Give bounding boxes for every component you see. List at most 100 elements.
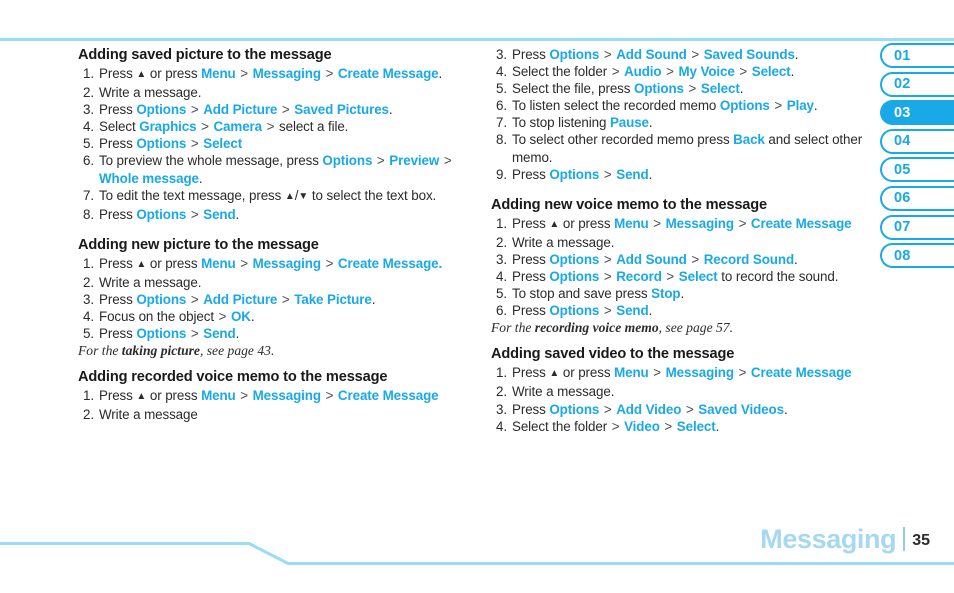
step-text: Select the folder > Video > Select. — [512, 418, 720, 434]
up-arrow-icon: ▲ — [549, 218, 560, 230]
step-text: Press Options > Add Sound > Saved Sounds… — [512, 47, 799, 62]
menu-path-token: Create Message — [750, 215, 852, 231]
path-separator: > — [739, 64, 748, 80]
path-separator: > — [190, 206, 199, 222]
content-section: 3. Press Options > Add Sound > Saved Soun… — [491, 46, 886, 183]
step-text: Select Graphics > Camera > select a file… — [99, 119, 349, 135]
chapter-tab-07[interactable]: 07 — [880, 214, 954, 240]
step-item: 3. Press Options > Add Sound > Saved Soun… — [491, 46, 886, 63]
step-item: 7. To stop listening Pause. — [491, 114, 886, 131]
path-separator: > — [611, 418, 620, 434]
step-number: 1. — [83, 255, 94, 271]
menu-path-token: Options — [549, 166, 600, 182]
step-number: 5. — [83, 326, 94, 342]
step-item: 4. Select the folder > Video > Select. — [491, 418, 886, 435]
step-item: 3. Press Options > Add Sound > Record Sou… — [491, 251, 886, 268]
down-arrow-icon: ▼ — [298, 190, 309, 202]
chapter-tab-04[interactable]: 04 — [880, 128, 954, 154]
path-separator: > — [190, 292, 199, 308]
path-separator: > — [603, 303, 612, 319]
step-item: 1. Press ▲ or press Menu > Messaging > Cr… — [491, 364, 886, 383]
step-text: To preview the whole message, press Opti… — [99, 153, 452, 186]
step-item: 4. Select the folder > Audio > My Voice >… — [491, 63, 886, 80]
footer-divider — [903, 527, 906, 551]
menu-path-token: Preview — [389, 153, 440, 169]
path-separator: > — [190, 326, 199, 342]
menu-path-token: Messaging — [252, 255, 321, 271]
menu-path-token: Select — [700, 81, 740, 97]
path-separator: > — [443, 153, 452, 169]
step-number: 2. — [83, 407, 94, 423]
menu-path-token: Back — [733, 132, 765, 148]
step-text: Press Options > Add Video > Saved Videos… — [512, 401, 788, 417]
step-text: Press Options > Add Picture > Saved Pict… — [99, 102, 393, 118]
path-separator: > — [603, 269, 612, 285]
step-text: Press Options > Send. — [99, 206, 240, 222]
step-list: 3. Press Options > Add Sound > Saved Soun… — [491, 46, 886, 183]
step-number: 9. — [496, 166, 507, 182]
section-heading: Adding new picture to the message — [78, 236, 319, 253]
chapter-tab-03[interactable]: 03 — [880, 100, 954, 126]
step-number: 1. — [83, 66, 94, 81]
chapter-tab-06[interactable]: 06 — [880, 185, 954, 211]
step-item: 2. Write a message. — [491, 383, 886, 400]
menu-path-token: Options — [549, 47, 600, 62]
step-item: 1. Press ▲ or press Menu > Messaging > Cr… — [78, 65, 478, 84]
step-item: 6. To preview the whole message, press Op… — [78, 152, 478, 186]
step-item: 1. Press ▲ or press Menu > Messaging > Cr… — [78, 387, 478, 406]
chapter-tab-rail: 01 02 03 04 05 06 07 08 — [880, 43, 954, 272]
step-item: 5. Press Options > Send. — [78, 325, 478, 342]
menu-path-token: Options — [136, 326, 187, 342]
menu-path-token: Add Video — [616, 401, 682, 417]
chapter-tab-label: 01 — [894, 47, 911, 64]
step-item: 5. Press Options > Select — [78, 135, 478, 152]
chapter-tab-02[interactable]: 02 — [880, 71, 954, 97]
step-number: 5. — [496, 81, 507, 97]
path-separator: > — [218, 309, 227, 325]
step-text: Press ▲ or press Menu > Messaging > Crea… — [512, 365, 852, 381]
step-item: 3. Press Options > Add Video > Saved Vide… — [491, 401, 886, 418]
menu-path-token: Options — [549, 269, 600, 285]
path-separator: > — [325, 66, 334, 81]
menu-path-token: Menu — [614, 365, 649, 381]
step-text: To listen select the recorded memo Optio… — [512, 98, 818, 114]
step-number: 5. — [83, 136, 94, 152]
chapter-tab-label: 04 — [894, 133, 911, 150]
chapter-tab-label: 03 — [894, 104, 911, 121]
step-item: 2. Write a message. — [78, 274, 478, 291]
path-separator: > — [603, 401, 612, 417]
step-list: 1. Press ▲ or press Menu > Messaging > Cr… — [491, 215, 886, 320]
chapter-tab-08[interactable]: 08 — [880, 243, 954, 269]
step-number: 7. — [83, 187, 94, 203]
step-text: To select other recorded memo press Back… — [512, 132, 863, 165]
path-separator: > — [691, 47, 700, 62]
chapter-tab-05[interactable]: 05 — [880, 157, 954, 183]
path-separator: > — [190, 102, 199, 118]
note-emphasis: taking picture — [121, 343, 200, 359]
path-separator: > — [666, 269, 675, 285]
menu-path-token: Messaging — [252, 388, 321, 404]
menu-path-token: Camera — [213, 119, 263, 135]
page-top-rule — [0, 38, 954, 41]
menu-path-token: Record Sound — [703, 251, 795, 267]
note-emphasis: recording voice memo — [534, 320, 659, 336]
step-text: Press Options > Send. — [99, 326, 240, 342]
path-separator: > — [666, 64, 674, 80]
path-separator: > — [664, 418, 673, 434]
step-number: 4. — [83, 309, 94, 325]
step-number: 6. — [496, 303, 507, 319]
menu-path-token: Options — [634, 81, 684, 97]
step-number: 4. — [496, 269, 507, 285]
menu-path-token: Graphics — [139, 119, 197, 135]
left-column: Adding saved picture to the message 1. Pre… — [78, 46, 478, 437]
path-separator: > — [653, 215, 661, 231]
chapter-tab-01[interactable]: 01 — [880, 43, 954, 68]
path-separator: > — [325, 388, 334, 404]
step-item: 6. To listen select the recorded memo Opt… — [491, 97, 886, 114]
step-text: Select the folder > Audio > My Voice > S… — [512, 64, 795, 80]
step-number: 8. — [83, 206, 94, 222]
section-heading: Adding saved picture to the message — [78, 47, 332, 63]
path-separator: > — [240, 66, 248, 81]
step-number: 2. — [83, 85, 94, 101]
menu-path-token: Record — [616, 269, 662, 285]
